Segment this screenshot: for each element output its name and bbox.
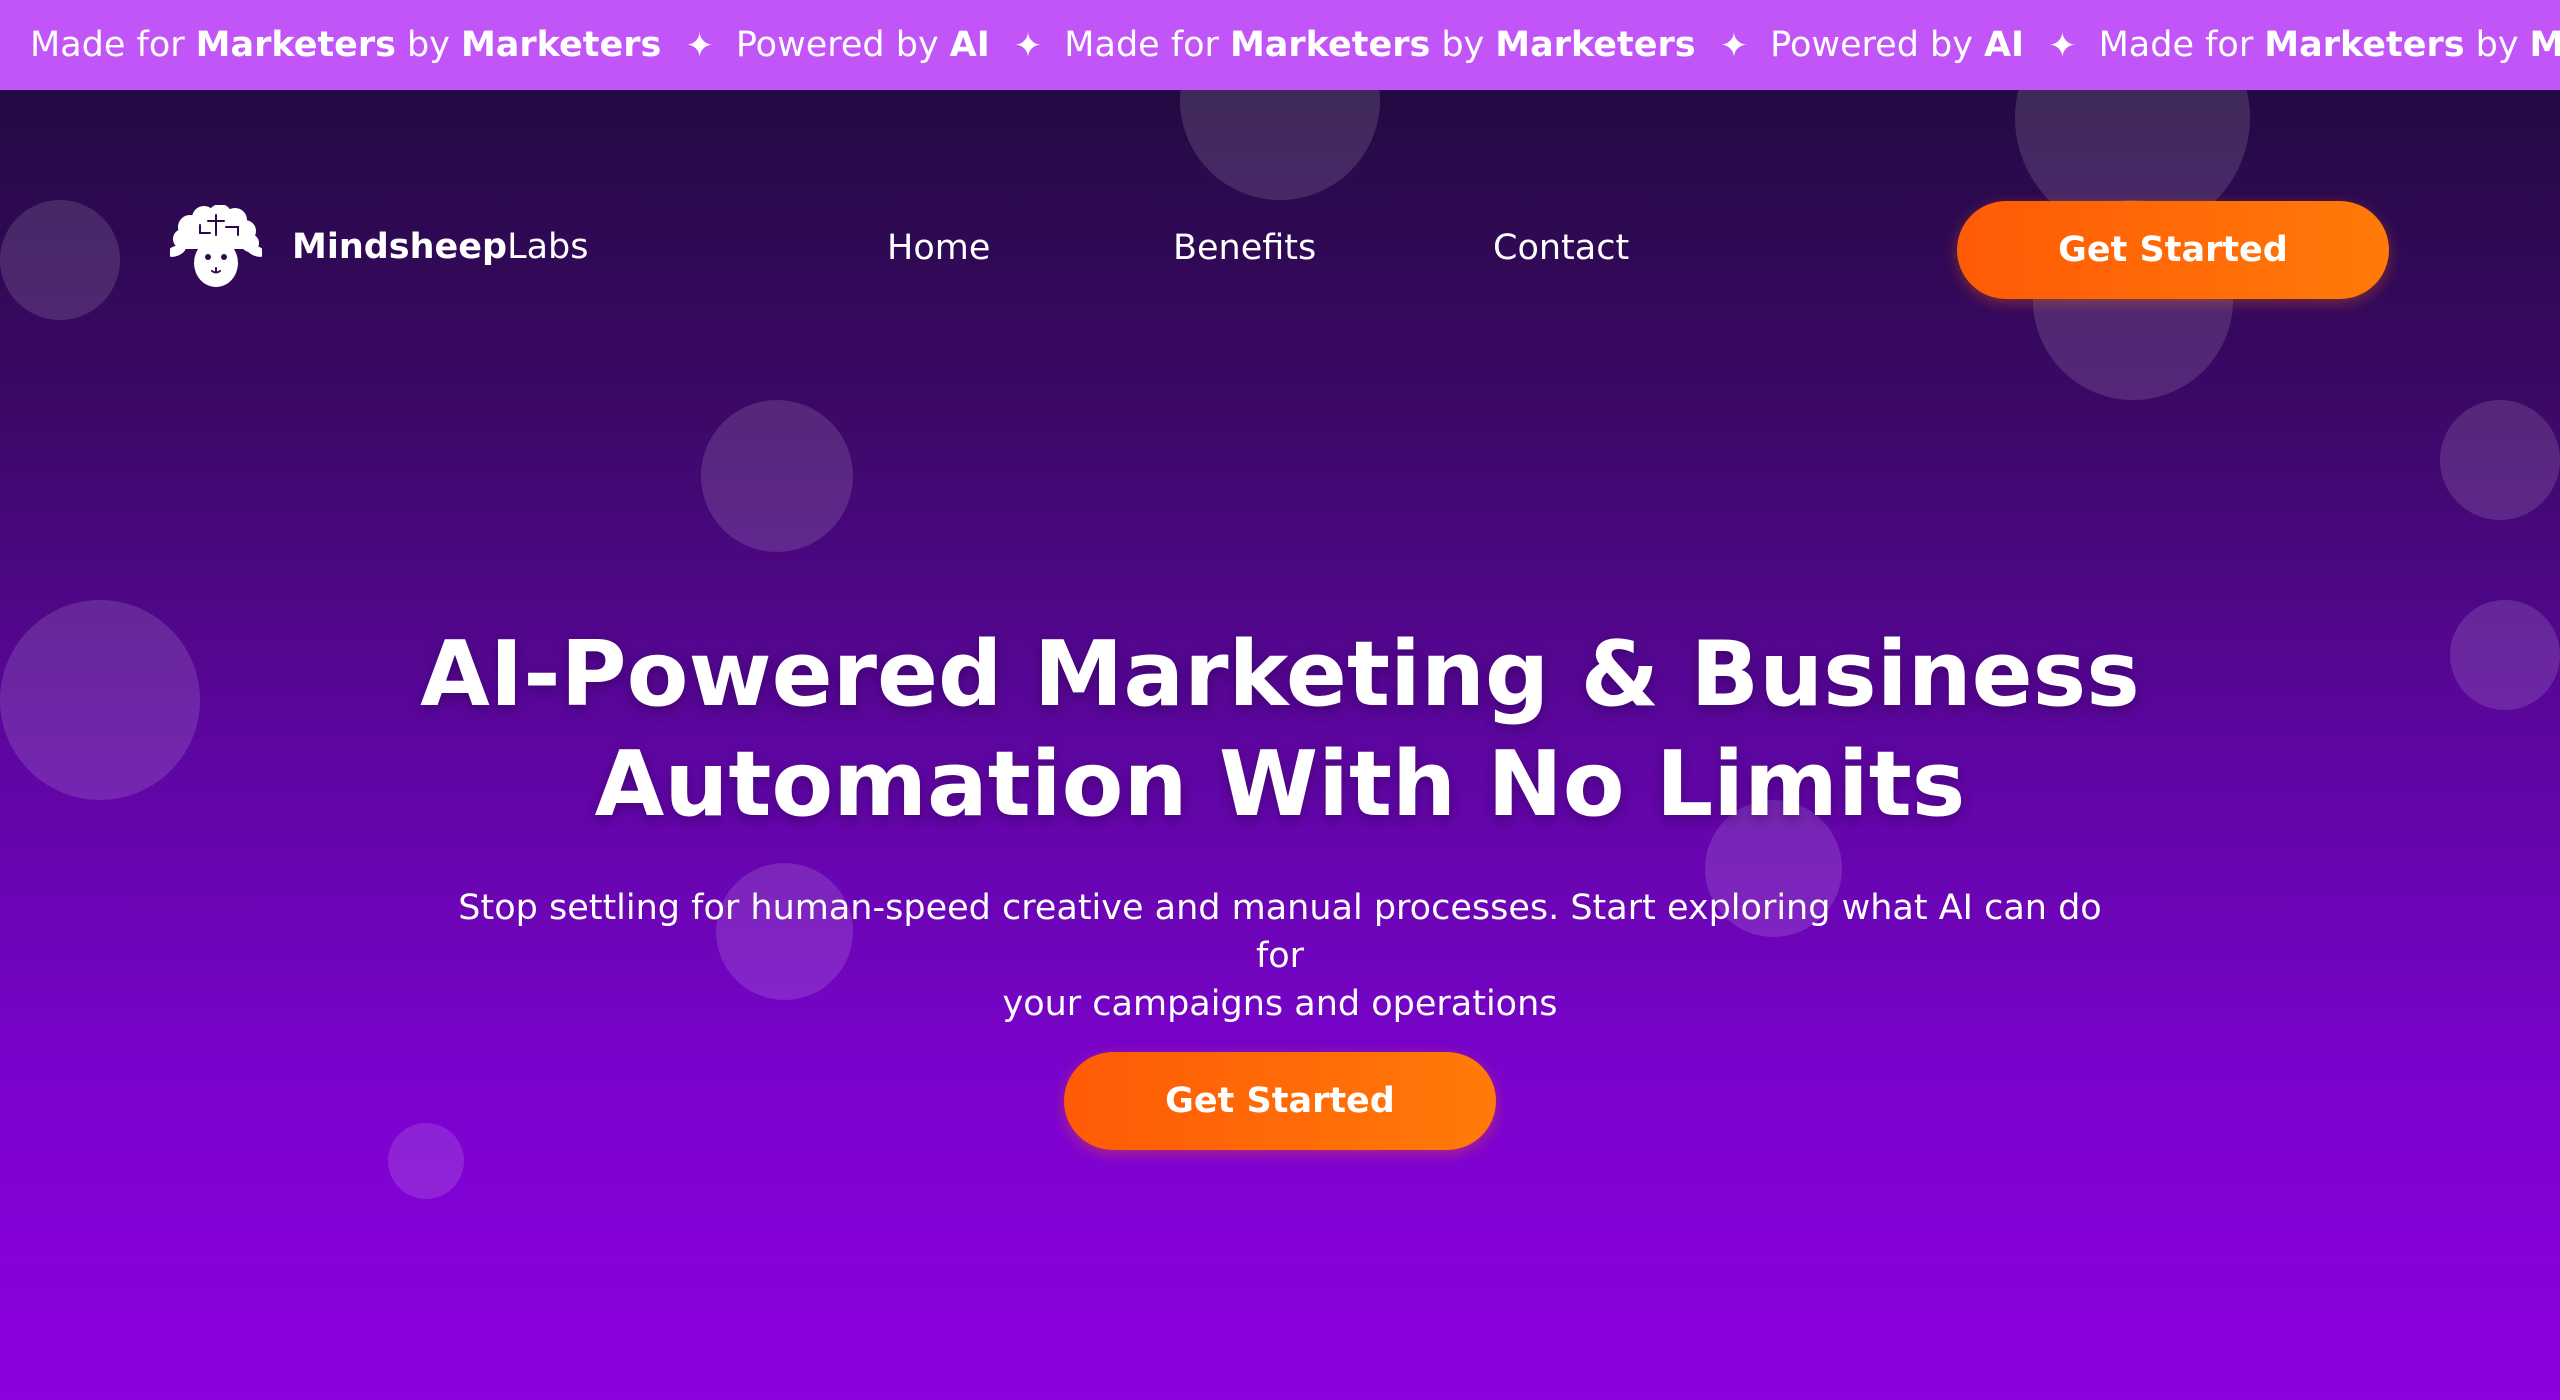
ticker-item: Made for Marketers by Marketers xyxy=(2099,25,2560,65)
brand-name-bold: Mindsheep xyxy=(292,227,508,267)
ticker-item: Made for Marketers by Marketers xyxy=(30,25,661,65)
ticker-item: Made for Marketers by Marketers xyxy=(1064,25,1695,65)
ticker-text-bold: Marketers xyxy=(2264,25,2465,65)
get-started-nav-button[interactable]: Get Started xyxy=(1957,201,2389,299)
ticker-text-bold: Marketers xyxy=(2529,25,2560,65)
ticker-text-bold: Marketers xyxy=(195,25,397,65)
ticker-text: Powered by xyxy=(1770,25,1973,65)
sparkle-icon: ✦ xyxy=(685,26,714,66)
headline-line-2: Automation With No Limits xyxy=(594,732,1966,837)
brand-logo[interactable]: Mindsheep Labs xyxy=(170,205,588,289)
ticker-text: Powered by xyxy=(735,25,939,65)
decorative-bubble xyxy=(0,600,200,800)
decorative-bubble xyxy=(2450,600,2560,710)
top-navigation: Mindsheep Labs Home Benefits Contact Get … xyxy=(0,90,2560,340)
brand-name-light: Labs xyxy=(507,227,589,267)
subtitle-line-1: Stop settling for human-speed creative a… xyxy=(458,888,2102,976)
hero-headline: AI-Powered Marketing & Business Automati… xyxy=(280,620,2280,840)
ticker-text: Made for xyxy=(30,25,185,65)
sparkle-icon: ✦ xyxy=(1719,26,1749,66)
ticker-text-bold: AI xyxy=(1983,25,2025,65)
ticker-text: Made for xyxy=(2098,25,2254,65)
ticker-text: by xyxy=(1441,25,1485,65)
sheep-brain-icon xyxy=(170,205,262,287)
ticker-text-bold: Marketers xyxy=(460,25,662,65)
hero-section: Mindsheep Labs Home Benefits Contact Get … xyxy=(0,90,2560,1400)
decorative-bubble xyxy=(701,400,853,552)
ticker-text-bold: Marketers xyxy=(1495,25,1696,65)
decorative-bubble xyxy=(388,1123,464,1199)
nav-link-home[interactable]: Home xyxy=(887,228,990,268)
ticker-text-bold: AI xyxy=(949,25,990,65)
brand-name: Mindsheep Labs xyxy=(292,227,588,267)
subtitle-line-2: your campaigns and operations xyxy=(1002,984,1558,1024)
hero-subtitle: Stop settling for human-speed creative a… xyxy=(430,884,2130,1028)
get-started-hero-button[interactable]: Get Started xyxy=(1064,1052,1496,1150)
nav-link-benefits[interactable]: Benefits xyxy=(1173,228,1316,268)
ticker-text: by xyxy=(407,25,450,65)
decorative-bubble xyxy=(2440,400,2560,520)
ticker-item: Powered by AI xyxy=(1770,25,2024,65)
ticker-text: by xyxy=(2475,25,2519,65)
ticker-item: Powered by AI xyxy=(736,25,990,65)
sparkle-icon: ✦ xyxy=(2048,26,2077,66)
headline-line-1: AI-Powered Marketing & Business xyxy=(420,622,2140,727)
announcement-ticker: Made for Marketers by Marketers ✦ Powere… xyxy=(0,0,2560,90)
sparkle-icon: ✦ xyxy=(1013,26,1043,66)
ticker-text-bold: Marketers xyxy=(1229,25,1431,65)
ticker-text: Made for xyxy=(1064,25,1219,65)
nav-link-contact[interactable]: Contact xyxy=(1493,228,1629,268)
